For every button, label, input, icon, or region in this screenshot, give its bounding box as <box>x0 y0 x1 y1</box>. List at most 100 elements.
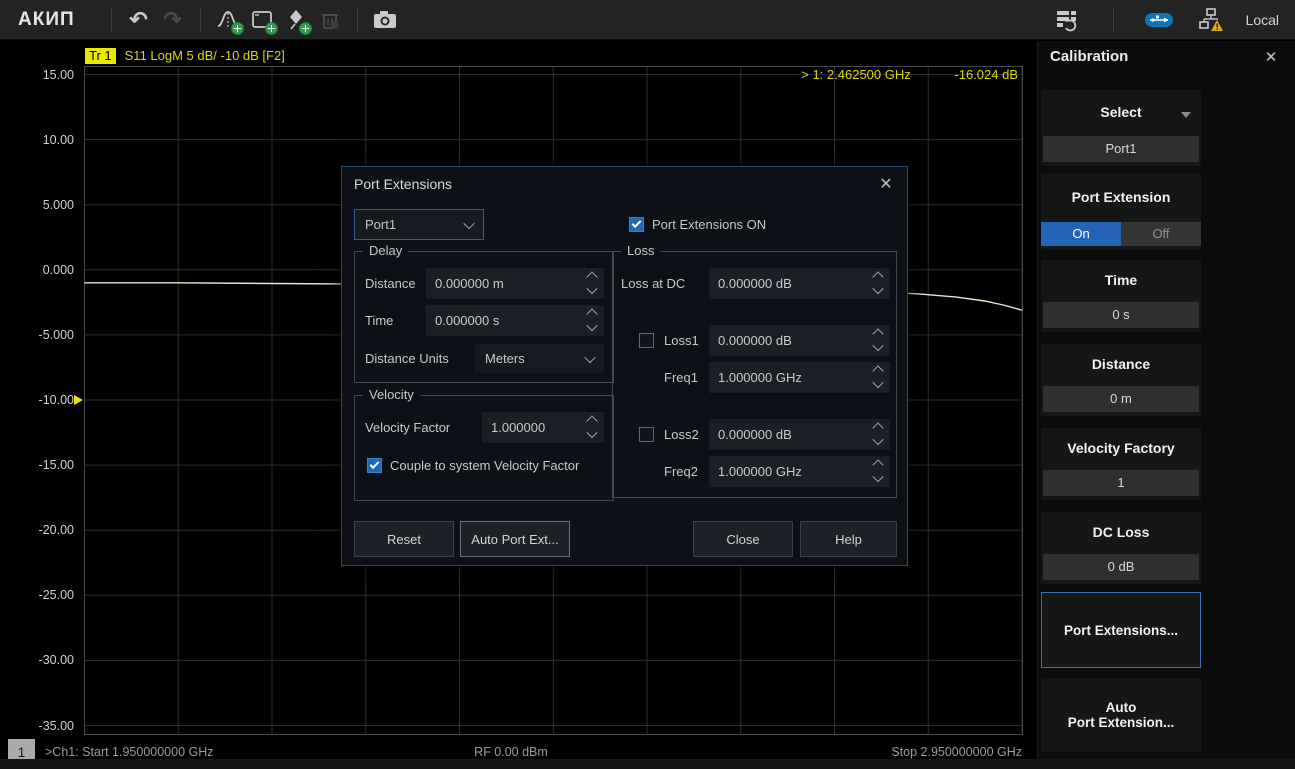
delete-button[interactable] <box>313 5 347 35</box>
trace-settings-text[interactable]: S11 LogM 5 dB/ -10 dB [F2] <box>125 48 285 63</box>
velocity-factor-spinner <box>584 412 600 443</box>
spin-down-button[interactable] <box>872 283 883 294</box>
undo-icon: ↶ <box>129 9 147 31</box>
marker-value: -16.024 dB <box>954 67 1018 82</box>
spin-down-button[interactable] <box>872 471 883 482</box>
velocity-factor-field[interactable]: 1.000000 <box>482 412 604 443</box>
add-marker-button[interactable] <box>279 5 313 35</box>
marker-frequency: 2.462500 GHz <box>827 67 911 82</box>
spin-up-button[interactable] <box>872 365 883 376</box>
spin-up-button[interactable] <box>586 308 597 319</box>
reset-button[interactable]: Reset <box>354 521 454 557</box>
spin-up-button[interactable] <box>872 328 883 339</box>
dc-loss-value: 0 dB <box>1043 554 1199 580</box>
redo-button[interactable]: ↷ <box>156 5 190 35</box>
dc-loss-label: DC Loss <box>1041 524 1201 540</box>
loss2-field[interactable]: 0.000000 dB <box>709 419 890 450</box>
time-panel-value: 0 s <box>1043 302 1199 328</box>
velocity-factor-label: Velocity Factor <box>365 412 450 443</box>
velocity-factory-panel[interactable]: Velocity Factory 1 <box>1041 428 1201 500</box>
loss-at-dc-label: Loss at DC <box>621 268 685 299</box>
port-select-value: Port1 <box>365 217 396 232</box>
spin-down-button[interactable] <box>586 283 597 294</box>
undo-button[interactable]: ↶ <box>122 5 156 35</box>
spin-up-button[interactable] <box>586 415 597 426</box>
distance-field[interactable]: 0.000000 m <box>426 268 604 299</box>
freq2-field[interactable]: 1.000000 GHz <box>709 456 890 487</box>
distance-panel-label: Distance <box>1041 356 1201 372</box>
auto-port-extension-button[interactable]: Auto Port Extension... <box>1041 678 1201 752</box>
usb-status-button[interactable] <box>1142 5 1176 35</box>
port-extension-label: Port Extension <box>1041 189 1201 205</box>
trace-header: Tr 1 S11 LogM 5 dB/ -10 dB [F2] <box>85 47 285 64</box>
freq1-spinner <box>870 362 886 393</box>
distance-units-dropdown[interactable]: Meters <box>475 344 604 373</box>
y-axis-tick: -25.00 <box>0 587 74 603</box>
y-axis-tick: -35.00 <box>0 718 74 734</box>
camera-icon <box>372 8 398 32</box>
loss1-field[interactable]: 0.000000 dB <box>709 325 890 356</box>
sidebar-title: Calibration <box>1050 48 1128 65</box>
y-axis-tick: 15.00 <box>0 67 74 83</box>
bottom-edge <box>0 759 1295 769</box>
spin-up-button[interactable] <box>872 422 883 433</box>
time-label: Time <box>365 305 393 336</box>
distance-units-value: Meters <box>485 351 525 366</box>
spin-down-button[interactable] <box>586 320 597 331</box>
sweep-stop-label[interactable]: Stop 2.950000000 GHz <box>891 745 1022 759</box>
distance-panel[interactable]: Distance 0 m <box>1041 344 1201 416</box>
distance-value: 0.000000 m <box>435 276 504 291</box>
freq1-value: 1.000000 GHz <box>718 370 802 385</box>
select-panel[interactable]: Select Port1 <box>1041 90 1201 166</box>
port-extension-toggle: On Off <box>1041 222 1201 246</box>
add-trace-button[interactable] <box>211 5 245 35</box>
toolbar-right-group: Local <box>1051 5 1279 35</box>
freq1-field[interactable]: 1.000000 GHz <box>709 362 890 393</box>
close-button[interactable]: Close <box>693 521 793 557</box>
spin-down-button[interactable] <box>872 340 883 351</box>
plus-badge-icon <box>231 22 244 35</box>
toolbar-separator <box>200 8 201 32</box>
add-window-button[interactable] <box>245 5 279 35</box>
y-axis-tick: -30.00 <box>0 652 74 668</box>
port-extensions-dialog-button[interactable]: Port Extensions... <box>1041 592 1201 668</box>
spin-up-button[interactable] <box>872 271 883 282</box>
time-value: 0.000000 s <box>435 313 499 328</box>
y-axis-tick: 10.00 <box>0 132 74 148</box>
network-status-button[interactable] <box>1194 5 1228 35</box>
freq2-spinner <box>870 456 886 487</box>
chevron-down-icon <box>584 351 595 362</box>
dc-loss-panel[interactable]: DC Loss 0 dB <box>1041 512 1201 584</box>
loss-at-dc-field[interactable]: 0.000000 dB <box>709 268 890 299</box>
spin-down-button[interactable] <box>586 427 597 438</box>
loss-group: Loss Loss at DC 0.000000 dB Loss1 0.0000… <box>612 251 897 498</box>
spin-up-button[interactable] <box>872 459 883 470</box>
distance-units-label: Distance Units <box>365 343 449 374</box>
loss2-checkbox[interactable] <box>639 427 654 442</box>
screenshot-button[interactable] <box>368 5 402 35</box>
trace-badge[interactable]: Tr 1 <box>85 48 116 64</box>
spin-down-button[interactable] <box>872 377 883 388</box>
time-panel[interactable]: Time 0 s <box>1041 260 1201 332</box>
spin-down-button[interactable] <box>872 434 883 445</box>
freq1-label: Freq1 <box>664 362 698 393</box>
plus-badge-icon <box>265 22 278 35</box>
port-select-dropdown[interactable]: Port1 <box>354 209 484 240</box>
loss1-checkbox[interactable] <box>639 333 654 348</box>
top-toolbar: АКИП ↶ ↷ <box>0 0 1295 40</box>
couple-velocity-checkbox[interactable] <box>367 458 382 473</box>
local-mode-label[interactable]: Local <box>1246 12 1279 28</box>
layout-refresh-button[interactable] <box>1051 5 1085 35</box>
velocity-factor-value: 1.000000 <box>491 420 545 435</box>
port-extensions-on-checkbox[interactable] <box>629 217 644 232</box>
toggle-off-option[interactable]: Off <box>1121 222 1201 246</box>
dialog-close-button[interactable]: ✕ <box>875 173 897 195</box>
time-field[interactable]: 0.000000 s <box>426 305 604 336</box>
port-extensions-dialog: Port Extensions ✕ Port1 Port Extensions … <box>341 166 908 566</box>
spin-up-button[interactable] <box>586 271 597 282</box>
auto-port-ext-button[interactable]: Auto Port Ext... <box>460 521 570 557</box>
help-button[interactable]: Help <box>800 521 897 557</box>
rf-power-label[interactable]: RF 0.00 dBm <box>0 745 1022 759</box>
sidebar-close-button[interactable]: ✕ <box>1261 47 1281 67</box>
toggle-on-option[interactable]: On <box>1041 222 1121 246</box>
